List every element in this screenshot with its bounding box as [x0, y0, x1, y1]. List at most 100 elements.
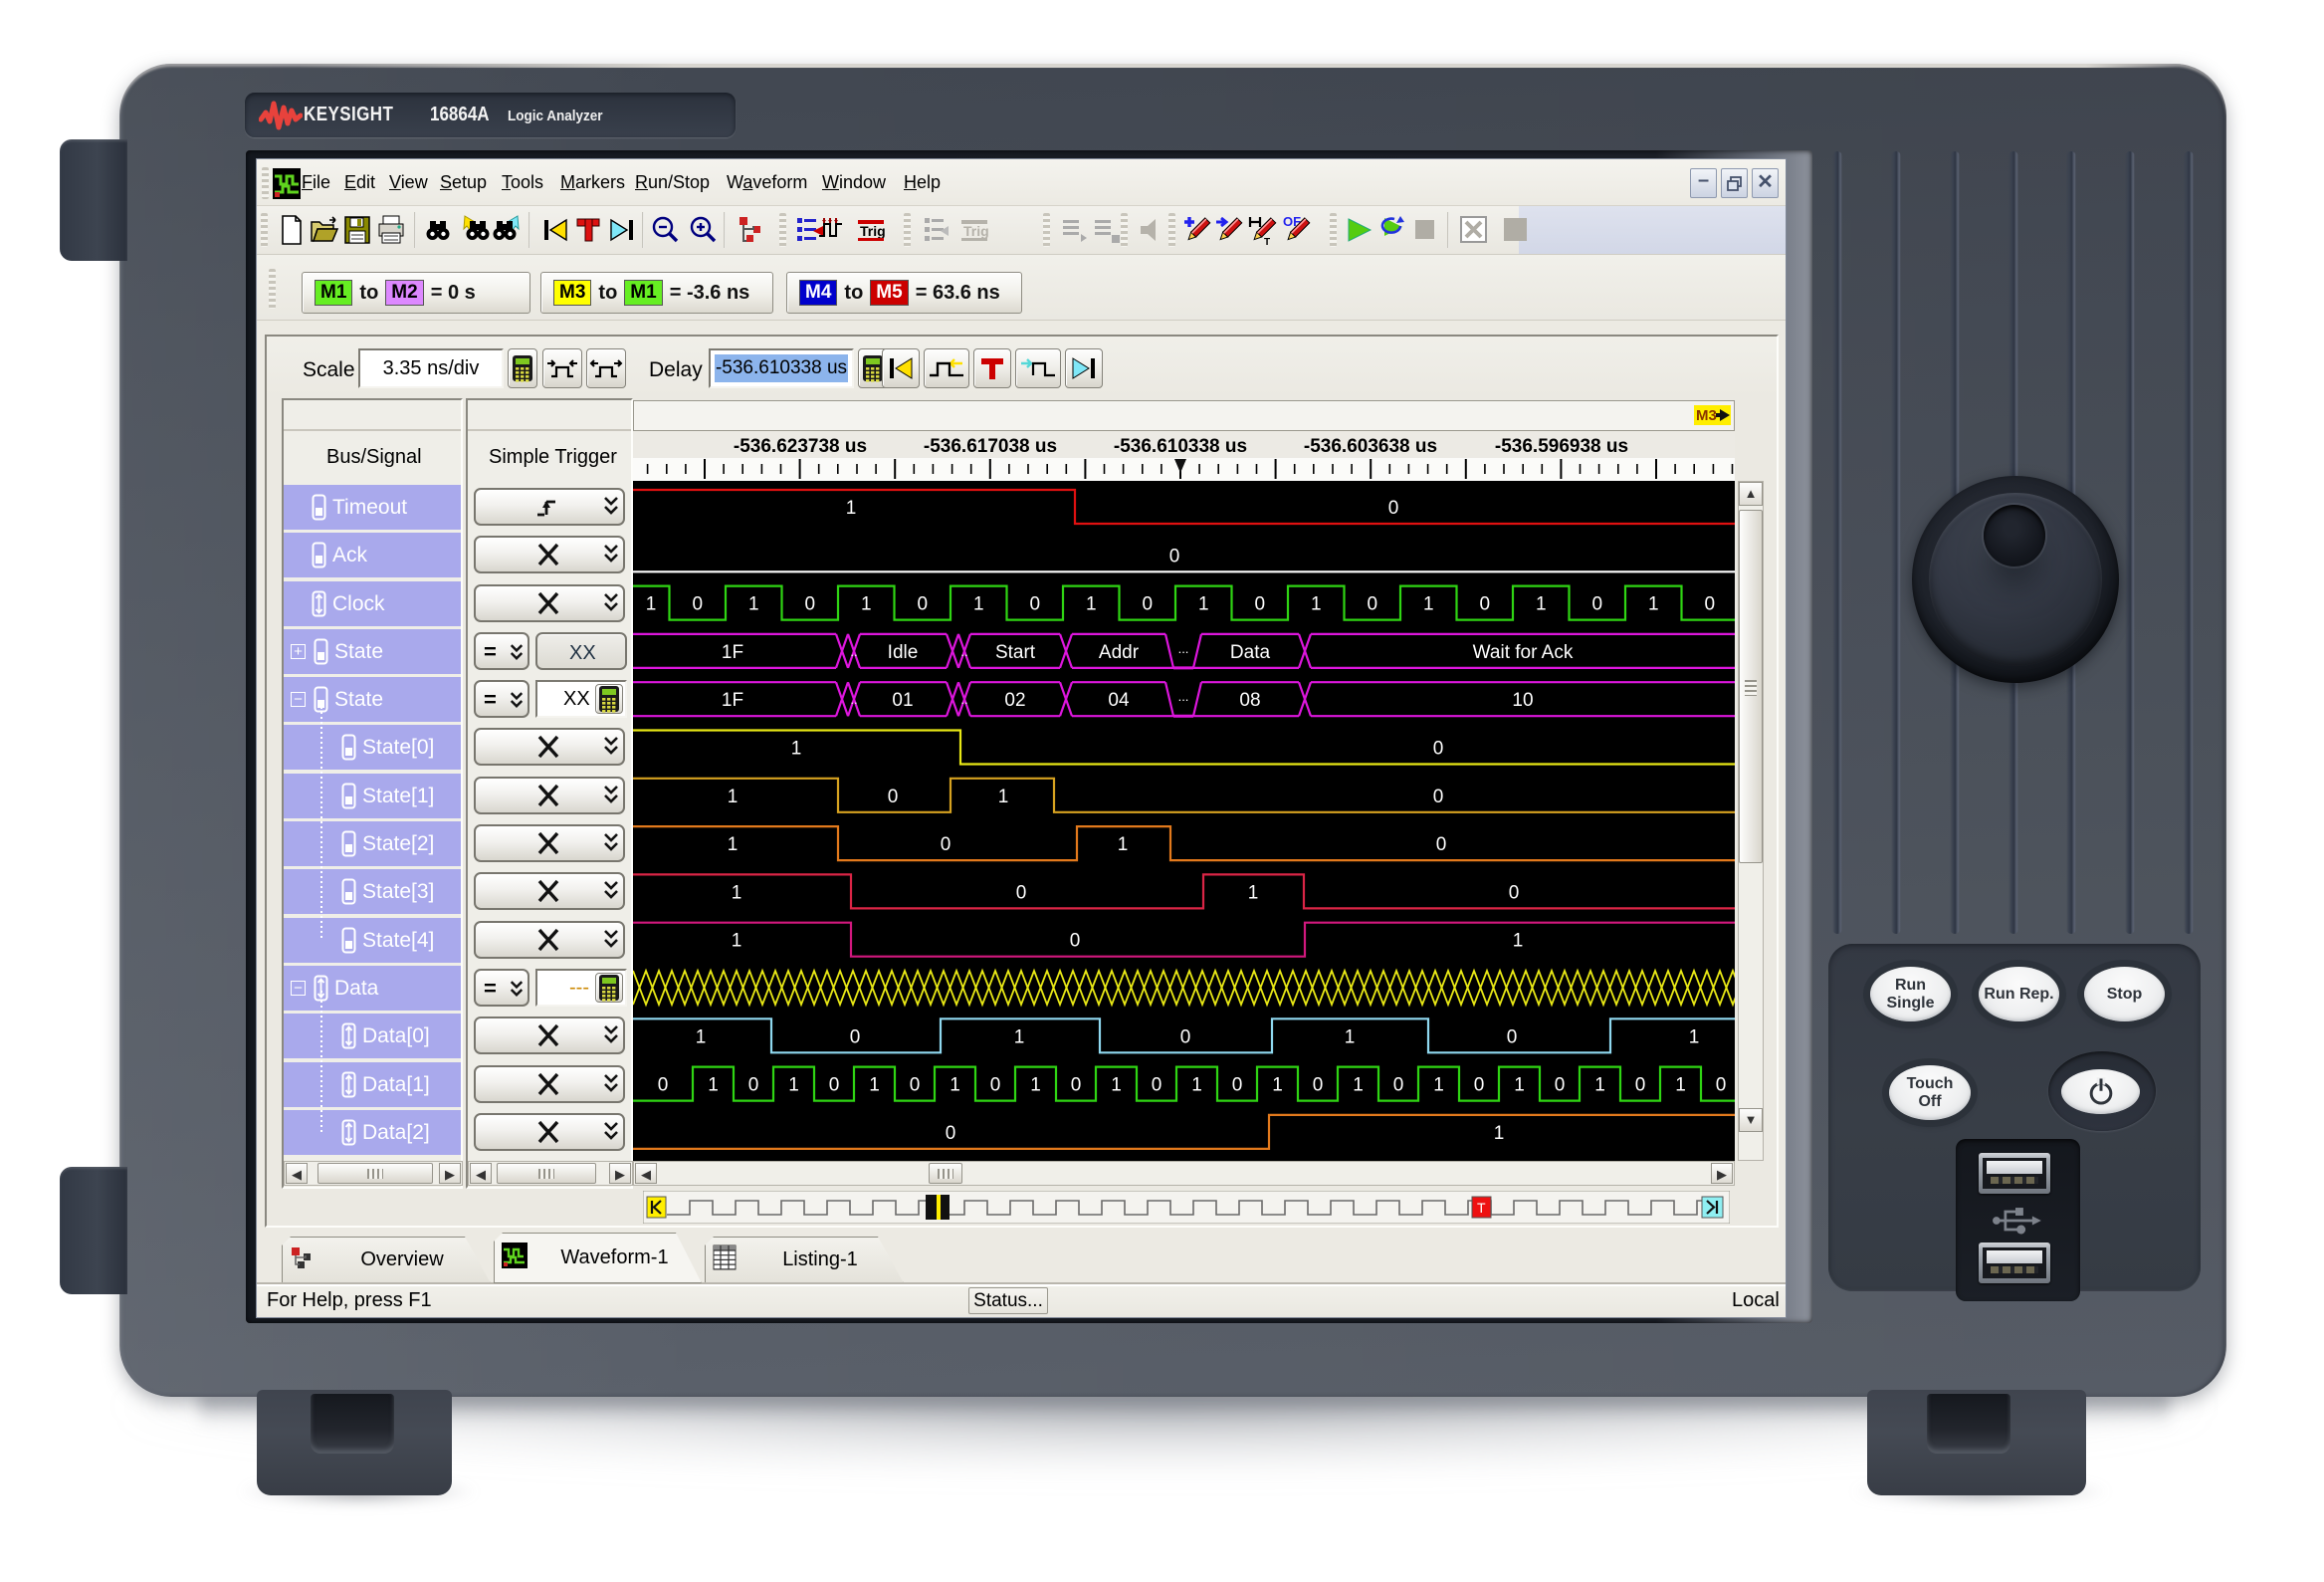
svg-text:0: 0	[829, 1075, 840, 1096]
svg-text:Data: Data	[1230, 642, 1271, 663]
svg-text:0: 0	[1436, 834, 1447, 855]
svg-text:1: 1	[1191, 1075, 1202, 1096]
svg-text:1: 1	[1272, 1075, 1283, 1096]
svg-text:1: 1	[973, 594, 984, 615]
svg-text:1: 1	[646, 594, 657, 615]
svg-text:..: ..	[960, 692, 967, 707]
svg-text:1: 1	[1689, 1026, 1700, 1047]
svg-text:1F: 1F	[722, 642, 743, 663]
svg-text:0: 0	[1232, 1075, 1243, 1096]
svg-text:1: 1	[1594, 1075, 1605, 1096]
svg-text:1: 1	[1433, 1075, 1444, 1096]
svg-text:1: 1	[846, 498, 857, 519]
svg-text:0: 0	[1509, 882, 1520, 903]
svg-text:Wait for Ack: Wait for Ack	[1473, 642, 1574, 663]
svg-text:0: 0	[1313, 1075, 1324, 1096]
svg-text:0: 0	[1169, 546, 1180, 566]
svg-text:1: 1	[708, 1075, 719, 1096]
svg-text:1: 1	[869, 1075, 880, 1096]
svg-text:1: 1	[728, 834, 739, 855]
svg-text:1: 1	[748, 594, 759, 615]
svg-text:1: 1	[1248, 882, 1259, 903]
svg-text:-536.610338 us: -536.610338 us	[1114, 436, 1247, 457]
svg-text:Trig: Trig	[963, 223, 989, 239]
svg-text:Trig: Trig	[860, 223, 886, 239]
svg-text:-536.596938 us: -536.596938 us	[1495, 436, 1628, 457]
svg-text:0: 0	[1555, 1075, 1566, 1096]
svg-text:0: 0	[910, 1075, 921, 1096]
svg-text:1: 1	[1675, 1075, 1686, 1096]
svg-text:0: 0	[1591, 594, 1602, 615]
svg-text:0: 0	[1029, 594, 1040, 615]
svg-text:0: 0	[1152, 1075, 1162, 1096]
svg-text:...: ...	[1178, 641, 1189, 656]
svg-text:1: 1	[1311, 594, 1322, 615]
svg-text:1: 1	[1353, 1075, 1364, 1096]
svg-text:1: 1	[1536, 594, 1547, 615]
svg-text:02: 02	[1004, 690, 1025, 711]
svg-text:0: 0	[658, 1075, 669, 1096]
svg-text:..: ..	[850, 692, 857, 707]
svg-text:1F: 1F	[722, 690, 743, 711]
svg-text:0: 0	[1071, 1075, 1082, 1096]
svg-text:1: 1	[696, 1026, 707, 1047]
svg-text:0: 0	[941, 834, 951, 855]
svg-text:0: 0	[692, 594, 703, 615]
svg-text:1: 1	[1514, 1075, 1525, 1096]
svg-text:0: 0	[1474, 1075, 1485, 1096]
svg-text:-536.623738 us: -536.623738 us	[734, 436, 867, 457]
svg-text:Idle: Idle	[888, 642, 919, 663]
svg-text:0: 0	[1393, 1075, 1404, 1096]
svg-text:1: 1	[1513, 931, 1524, 952]
svg-text:0: 0	[1716, 1075, 1727, 1096]
svg-text:1: 1	[1494, 1123, 1505, 1144]
svg-text:T: T	[1264, 237, 1270, 246]
svg-text:0: 0	[1142, 594, 1153, 615]
svg-text:Addr: Addr	[1099, 642, 1140, 663]
svg-text:0: 0	[917, 594, 928, 615]
svg-text:1: 1	[950, 1075, 960, 1096]
svg-text:0: 0	[1388, 498, 1399, 519]
svg-text:0: 0	[946, 1123, 956, 1144]
svg-text:1: 1	[788, 1075, 799, 1096]
svg-text:04: 04	[1108, 690, 1130, 711]
svg-text:-536.603638 us: -536.603638 us	[1304, 436, 1437, 457]
svg-text:1: 1	[1345, 1026, 1356, 1047]
svg-text:0: 0	[1433, 739, 1444, 760]
svg-text:0: 0	[1507, 1026, 1518, 1047]
svg-text:10: 10	[1512, 690, 1533, 711]
svg-text:...: ...	[1178, 689, 1189, 704]
svg-text:08: 08	[1239, 690, 1260, 711]
svg-text:1: 1	[1198, 594, 1209, 615]
svg-text:1: 1	[1111, 1075, 1122, 1096]
svg-text:M3: M3	[1696, 407, 1717, 424]
svg-text:1: 1	[732, 882, 742, 903]
svg-text:T: T	[1477, 1200, 1486, 1216]
svg-text:0: 0	[1254, 594, 1265, 615]
svg-text:1: 1	[1030, 1075, 1041, 1096]
svg-text:0: 0	[1479, 594, 1490, 615]
svg-text:-536.617038 us: -536.617038 us	[924, 436, 1057, 457]
svg-text:0: 0	[748, 1075, 759, 1096]
svg-text:0: 0	[888, 787, 899, 807]
svg-text:1: 1	[1648, 594, 1659, 615]
svg-text:0: 0	[850, 1026, 861, 1047]
svg-text:01: 01	[892, 690, 913, 711]
svg-text:1: 1	[1118, 834, 1129, 855]
svg-text:1: 1	[1014, 1026, 1025, 1047]
svg-text:0: 0	[1180, 1026, 1191, 1047]
svg-text:0: 0	[1433, 787, 1444, 807]
svg-text:1: 1	[1086, 594, 1097, 615]
svg-text:0: 0	[1070, 931, 1081, 952]
svg-text:1: 1	[1423, 594, 1434, 615]
svg-text:0: 0	[1635, 1075, 1646, 1096]
svg-text:..: ..	[850, 644, 857, 659]
svg-text:0: 0	[1016, 882, 1027, 903]
svg-text:1: 1	[728, 787, 739, 807]
svg-text:1: 1	[732, 931, 742, 952]
svg-text:..: ..	[960, 644, 967, 659]
svg-text:Start: Start	[995, 642, 1036, 663]
svg-text:1: 1	[998, 787, 1009, 807]
svg-text:1: 1	[791, 739, 802, 760]
svg-text:1: 1	[861, 594, 872, 615]
